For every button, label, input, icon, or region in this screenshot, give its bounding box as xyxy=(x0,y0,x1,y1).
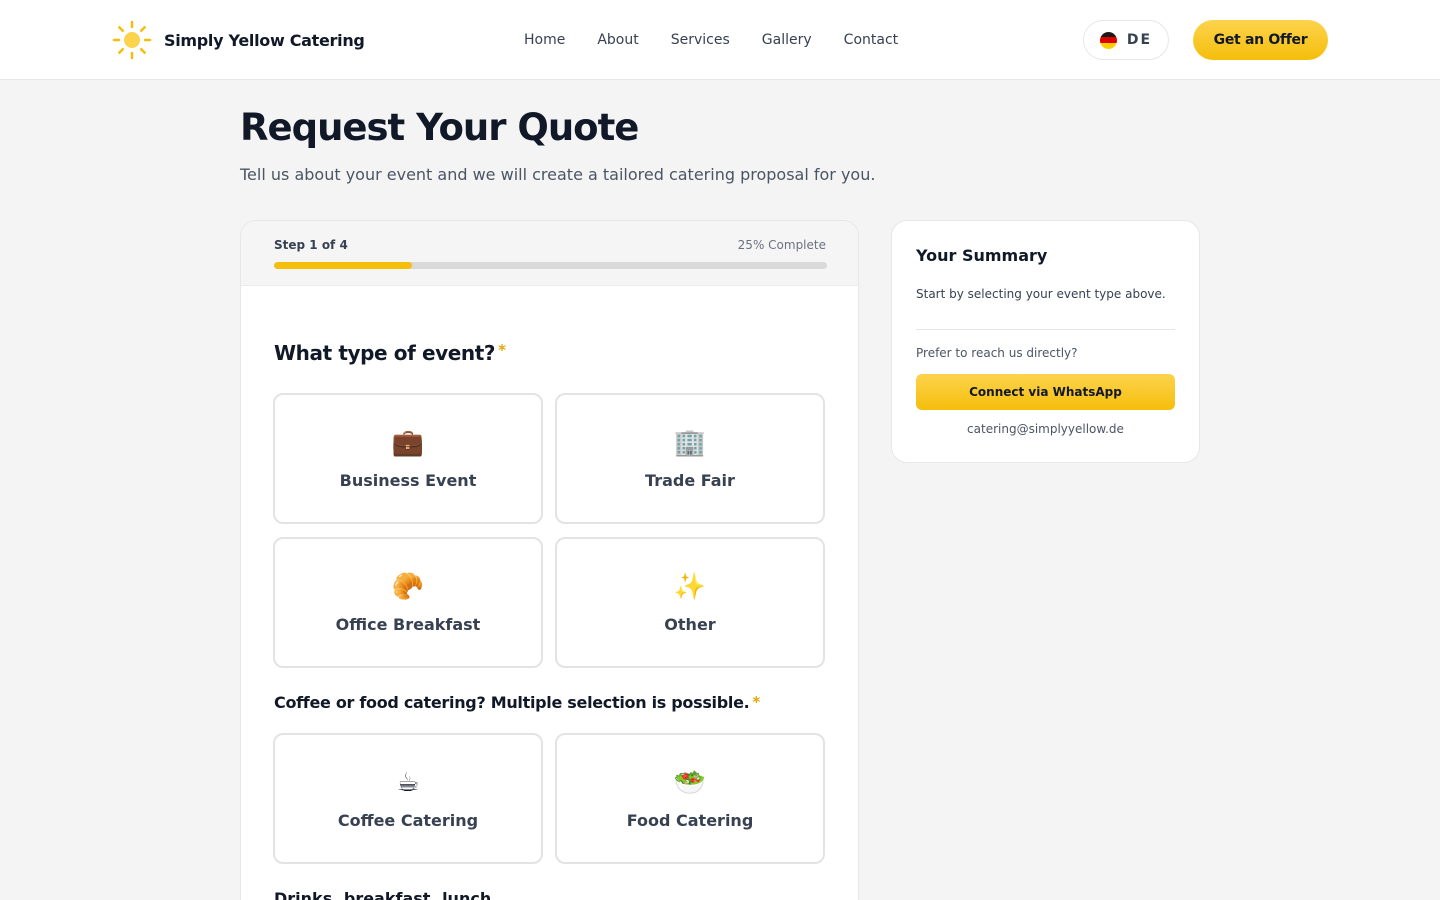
event-option-other[interactable]: ✨ Other xyxy=(555,537,825,668)
language-switcher[interactable]: DE xyxy=(1083,20,1169,60)
catering-option-coffee[interactable]: ☕ Coffee Catering xyxy=(273,733,543,864)
briefcase-icon: 💼 xyxy=(391,428,425,458)
option-label: Food Catering xyxy=(626,811,754,830)
main-nav: Home About Services Gallery Contact xyxy=(508,29,914,51)
event-option-office-breakfast[interactable]: 🥐 Office Breakfast xyxy=(273,537,543,668)
progress-bar xyxy=(274,262,827,269)
whatsapp-button[interactable]: Connect via WhatsApp xyxy=(916,374,1175,410)
step-label: Step 1 of 4 xyxy=(274,238,348,252)
event-option-business-event[interactable]: 💼 Business Event xyxy=(273,393,543,524)
event-type-question: What type of event? * xyxy=(274,341,506,365)
nav-gallery[interactable]: Gallery xyxy=(746,29,828,51)
option-label: Coffee Catering xyxy=(337,811,479,830)
option-label: Office Breakfast xyxy=(335,615,481,634)
contact-email-link[interactable]: catering@simplyyellow.de xyxy=(892,422,1199,436)
page-subtitle: Tell us about your event and we will cre… xyxy=(240,165,876,184)
croissant-icon: 🥐 xyxy=(391,572,425,602)
summary-card: Your Summary Start by selecting your eve… xyxy=(891,220,1200,463)
required-mark: * xyxy=(498,341,506,359)
nav-contact[interactable]: Contact xyxy=(828,29,914,51)
sparkles-icon: ✨ xyxy=(673,572,707,602)
progress-header: Step 1 of 4 25% Complete xyxy=(241,221,858,286)
brand-name: Simply Yellow Catering xyxy=(164,30,365,50)
nav-services[interactable]: Services xyxy=(655,29,746,51)
germany-flag-icon xyxy=(1099,31,1117,49)
divider xyxy=(916,329,1175,330)
meal-type-question: Drinks, breakfast, lunch xyxy=(274,889,492,900)
option-label: Trade Fair xyxy=(645,471,735,490)
contact-prompt: Prefer to reach us directly? xyxy=(916,346,1078,360)
event-option-trade-fair[interactable]: 🏢 Trade Fair xyxy=(555,393,825,524)
brand-logo[interactable]: Simply Yellow Catering xyxy=(112,20,365,60)
get-offer-button[interactable]: Get an Offer xyxy=(1193,20,1328,60)
option-label: Business Event xyxy=(339,471,477,490)
language-code: DE xyxy=(1126,32,1153,48)
coffee-icon: ☕ xyxy=(396,768,420,798)
nav-about[interactable]: About xyxy=(581,29,654,51)
progress-bar-fill xyxy=(274,262,413,269)
catering-type-question-text: Coffee or food catering? Multiple select… xyxy=(274,693,750,712)
required-mark: * xyxy=(752,693,760,711)
nav-home[interactable]: Home xyxy=(508,29,581,51)
summary-title: Your Summary xyxy=(916,246,1048,265)
site-header: Simply Yellow Catering Home About Servic… xyxy=(0,0,1440,80)
event-type-question-text: What type of event? xyxy=(274,341,496,365)
catering-type-question: Coffee or food catering? Multiple select… xyxy=(274,693,760,712)
salad-icon: 🥗 xyxy=(673,768,707,798)
complete-label: 25% Complete xyxy=(737,238,826,252)
sun-icon xyxy=(112,20,152,60)
summary-text: Start by selecting your event type above… xyxy=(916,287,1166,301)
office-building-icon: 🏢 xyxy=(673,428,707,458)
quote-form-card: Step 1 of 4 25% Complete What type of ev… xyxy=(240,220,859,900)
catering-option-food[interactable]: 🥗 Food Catering xyxy=(555,733,825,864)
page-title: Request Your Quote xyxy=(240,106,639,149)
option-label: Other xyxy=(664,615,716,634)
